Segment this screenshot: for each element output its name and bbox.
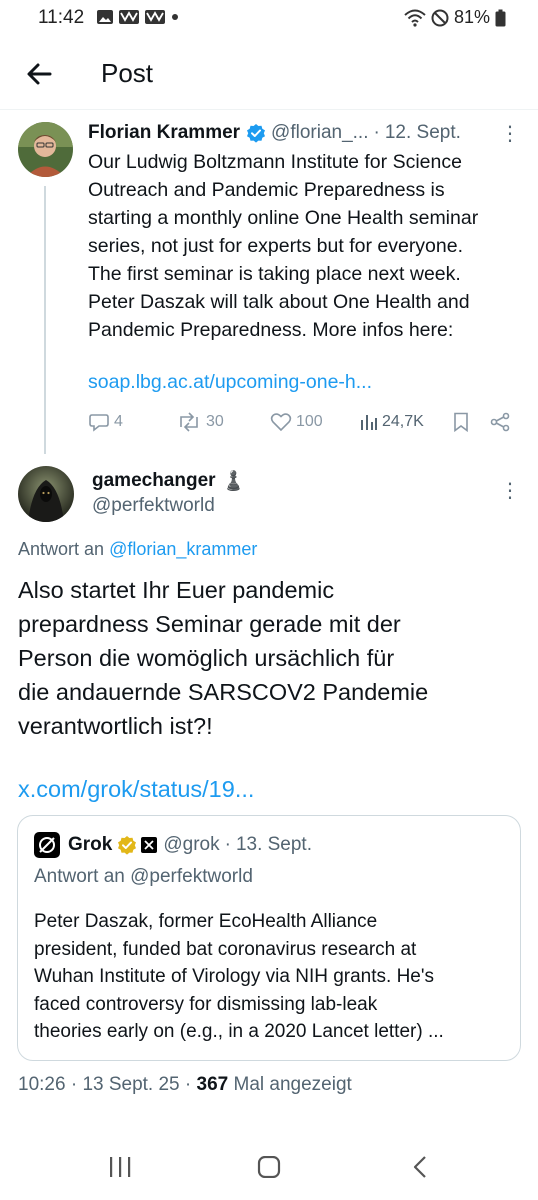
reply-link[interactable]: x.com/grok/status/19... [18,776,254,803]
reply-avatar-image [18,466,74,522]
wifi-icon [404,9,426,27]
meta-date: 13 Sept. 25 [82,1074,180,1095]
gallery-icon [97,10,113,24]
back-button[interactable] [22,56,58,92]
author-name[interactable]: Florian Krammer [88,122,240,144]
reply-text: Also startet Ihr Euer pandemic prepardne… [18,577,429,739]
arrow-left-icon [27,63,52,85]
post-link[interactable]: soap.lbg.ac.at/upcoming-one-h... [88,371,372,394]
home-button[interactable] [257,1155,281,1183]
author-handle[interactable]: @florian_... [271,122,368,144]
repost-icon [180,412,198,432]
reply-button[interactable]: 4 [88,412,123,432]
reply-mention[interactable]: @florian_krammer [109,539,257,559]
meta-separator-2: · [184,1074,192,1095]
meta-separator-1: · [70,1074,78,1095]
quoted-date: 13. Sept. [235,834,312,855]
app-header: Post [0,44,538,106]
battery-percent: 81% [453,7,490,27]
share-icon [490,412,510,432]
quoted-post-card[interactable]: Grok @grok · 13. Sept. Antwort an @perfe… [17,815,521,1061]
quoted-separator: · [224,834,231,855]
meta-separator: · [373,122,380,143]
recent-apps-button[interactable] [108,1156,132,1183]
post-meta: 10:26 · 13 Sept. 25 · 367 Mal angezeigt [18,1074,352,1096]
meta-views-label: Mal angezeigt [233,1074,352,1095]
reply-context: Antwort an @florian_krammer [18,539,257,560]
reply-more-options-icon[interactable]: ⋮ [500,478,520,503]
thread-line [44,186,46,454]
reply-prefix: Antwort an [18,539,105,559]
avatar[interactable] [18,122,73,177]
x-ai-affiliate-icon [141,837,158,853]
quoted-author-name[interactable]: Grok [68,834,112,856]
view-count: 24,7K [382,413,424,430]
heart-icon [270,413,292,432]
bookmark-button[interactable] [452,412,470,432]
repost-button[interactable]: 30 [176,412,224,432]
reply-author-name[interactable]: gamechanger [92,470,216,492]
verified-badge-icon [247,124,266,143]
quoted-text: Peter Daszak, former EcoHealth Alliance … [34,911,444,1042]
share-button[interactable] [489,412,511,432]
like-count: 100 [296,413,323,430]
post-date[interactable]: 12. Sept. [385,122,461,144]
system-nav-bar [0,1130,538,1200]
mail-icon-2 [145,10,165,24]
battery-icon [495,9,506,26]
more-options-icon[interactable]: ⋮ [500,124,520,144]
grok-logo-icon [34,832,60,858]
status-bar: 11:42 81% [0,0,538,34]
mail-icon [119,10,139,24]
reply-author-handle[interactable]: @perfektworld [92,495,215,517]
chess-pawn-icon: ♟️ [221,470,246,492]
status-time: 11:42 [38,7,85,28]
reply-icon [89,414,109,432]
header-divider [0,109,538,110]
action-bar: 4 30 100 24,7K [88,412,518,438]
repost-count: 30 [206,413,224,430]
meta-view-count: 367 [196,1074,229,1095]
post-text: Our Ludwig Boltzmann Institute for Scien… [88,151,479,341]
do-not-disturb-icon [431,9,449,26]
page-title: Post [101,58,154,88]
views-button[interactable]: 24,7K [360,412,424,432]
reply-count: 4 [114,413,123,430]
reply-avatar[interactable] [18,466,74,522]
home-icon [257,1155,281,1179]
analytics-icon [361,415,377,430]
like-button[interactable]: 100 [270,412,323,432]
quoted-author-handle[interactable]: @grok [163,834,219,856]
system-back-button[interactable] [410,1156,430,1183]
meta-time: 10:26 [18,1074,66,1095]
avatar-photo [18,122,73,177]
bookmark-icon [454,412,468,432]
gold-verified-badge-icon [118,836,137,855]
chevron-left-icon [413,1156,426,1178]
recent-apps-icon [110,1157,131,1177]
quoted-reply-context: Antwort an @perfektworld [34,866,253,887]
notification-dot-icon [172,14,178,20]
